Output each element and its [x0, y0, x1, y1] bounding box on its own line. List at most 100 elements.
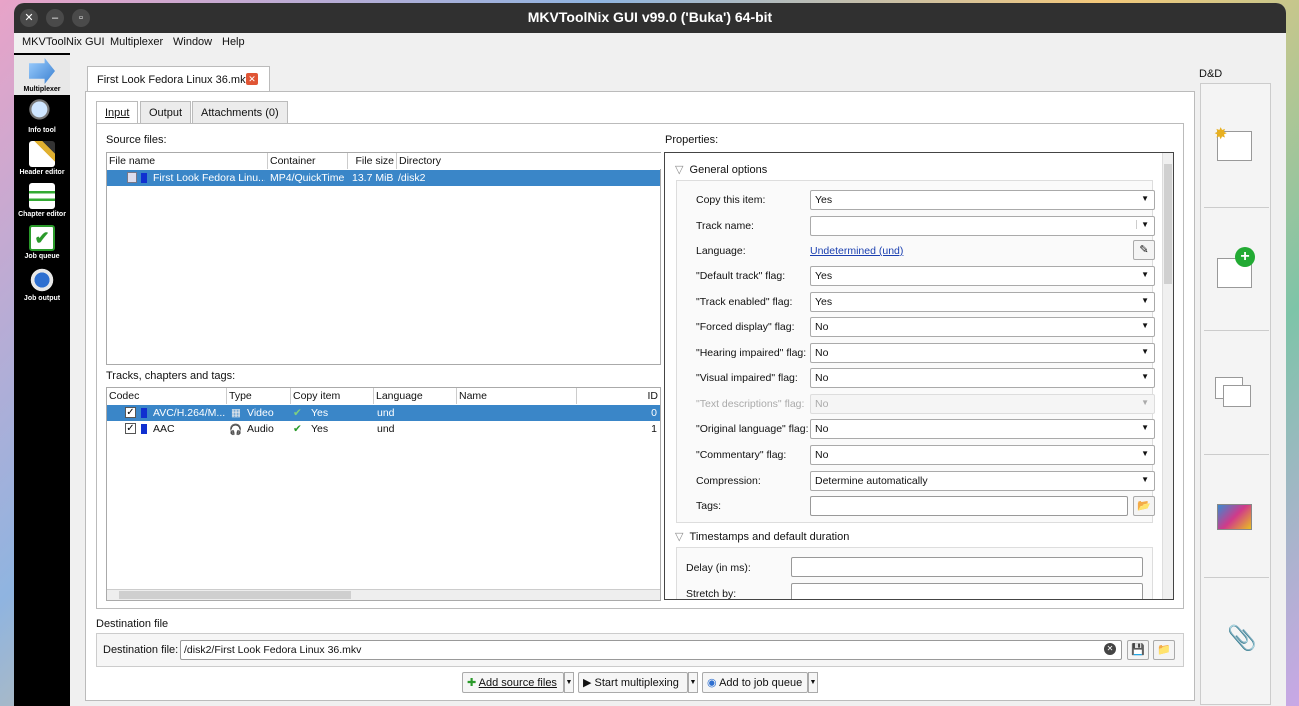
commentary-select[interactable]: No ▼	[810, 445, 1155, 465]
column-header[interactable]: Container	[268, 153, 348, 169]
browse-destination-button[interactable]: 💾	[1127, 640, 1149, 660]
tab-output[interactable]: Output	[140, 101, 192, 124]
paperclip-icon[interactable]: 📎	[1227, 624, 1257, 653]
column-header[interactable]: Codec	[107, 388, 227, 404]
track-name-input[interactable]: ▼	[810, 216, 1155, 236]
column-header[interactable]: Type	[227, 388, 291, 404]
general-options-header[interactable]: ▽ General options	[675, 163, 767, 176]
field-label: "Original language" flag:	[696, 423, 809, 435]
field-label: "Default track" flag:	[696, 270, 786, 282]
column-header[interactable]: File size	[348, 153, 397, 169]
document-tab-label: First Look Fedora Linux 36.mkv	[97, 74, 252, 86]
copy-item-select[interactable]: Yes ▼	[810, 190, 1155, 210]
sidebar-item-chapter-editor[interactable]: Chapter editor	[14, 183, 70, 218]
clear-icon[interactable]: ✕	[1104, 643, 1116, 655]
track-checkbox[interactable]: ✓	[125, 423, 136, 434]
column-header[interactable]: File name	[107, 153, 268, 169]
tab-document[interactable]: First Look Fedora Linux 36.mkv ✕	[87, 66, 270, 92]
folder-icon: 📂	[1137, 500, 1151, 512]
tracks-list[interactable]: Codec Type Copy item Language Name ID ✓ …	[106, 387, 661, 601]
new-file-icon[interactable]: ✸	[1214, 126, 1252, 161]
menu-bar: MKVToolNix GUI Multiplexer Window Help	[14, 33, 1286, 53]
properties-label: Properties:	[665, 134, 719, 146]
sidebar-item-header-editor[interactable]: Header editor	[14, 141, 70, 176]
add-source-files-button[interactable]: ✚ Add source files	[462, 672, 564, 693]
source-files-label: Source files:	[106, 134, 167, 146]
attachment-image-icon[interactable]	[1217, 504, 1252, 530]
collapse-triangle-icon: ▽	[675, 164, 684, 176]
copy-item-cell: Yes	[311, 423, 329, 435]
close-tab-icon[interactable]: ✕	[246, 73, 258, 85]
source-files-list[interactable]: File name Container File size Directory …	[106, 152, 661, 365]
scrollbar-thumb[interactable]	[119, 591, 351, 599]
language-link[interactable]: Undetermined (und)	[810, 245, 903, 257]
track-enabled-select[interactable]: Yes ▼	[810, 292, 1155, 312]
original-language-select[interactable]: No ▼	[810, 419, 1155, 439]
sidebar-item-job-output[interactable]: Job output	[14, 267, 70, 302]
id-cell: 0	[651, 407, 657, 419]
tab-input[interactable]: Input	[96, 101, 139, 125]
default-track-select[interactable]: Yes ▼	[810, 266, 1155, 286]
open-folder-button[interactable]: 📁	[1153, 640, 1175, 660]
chevron-down-icon: ▼	[809, 679, 817, 686]
color-marker-icon	[141, 424, 147, 434]
add-source-dropdown-button[interactable]: ▼	[564, 672, 574, 693]
table-row[interactable]: First Look Fedora Linu... MP4/QuickTime …	[107, 170, 660, 186]
button-label: Add source files	[478, 677, 557, 689]
divider	[1204, 454, 1269, 455]
column-header[interactable]: Language	[374, 388, 457, 404]
track-checkbox[interactable]: ✓	[125, 407, 136, 418]
sidebar-label: Job queue	[24, 253, 60, 260]
horizontal-scrollbar[interactable]	[107, 589, 660, 600]
film-icon: ▦	[231, 407, 241, 419]
chevron-down-icon: ▼	[1136, 220, 1149, 229]
select-value: No	[815, 398, 829, 410]
destination-file-label: Destination file:	[103, 644, 179, 656]
color-marker-icon	[141, 408, 147, 418]
visual-impaired-select[interactable]: No ▼	[810, 368, 1155, 388]
sidebar-item-job-queue[interactable]: ✔ Job queue	[14, 225, 70, 260]
sidebar-label: Info tool	[28, 127, 56, 134]
table-row[interactable]: ✓ AVC/H.264/M... ▦ Video ✔ Yes und 0	[107, 405, 660, 421]
column-header[interactable]: Copy item	[291, 388, 374, 404]
star-icon: ✸	[1214, 126, 1228, 143]
divider	[1204, 207, 1269, 208]
properties-panel: ▽ General options Copy this item: Yes ▼ T…	[664, 152, 1174, 600]
edit-language-button[interactable]: ✎	[1133, 240, 1155, 260]
add-file-icon[interactable]: +	[1217, 247, 1255, 288]
column-header[interactable]: ID	[577, 388, 660, 404]
queue-dropdown-button[interactable]: ▼	[808, 672, 818, 693]
pencil-icon: ✎	[1139, 244, 1149, 256]
menu-mkvtoolnix[interactable]: MKVToolNix GUI	[22, 36, 105, 48]
menu-window[interactable]: Window	[173, 36, 212, 48]
hearing-impaired-select[interactable]: No ▼	[810, 343, 1155, 363]
stretch-input[interactable]	[791, 583, 1143, 599]
type-cell: Video	[247, 407, 274, 419]
scrollbar-thumb[interactable]	[1164, 164, 1172, 284]
menu-multiplexer[interactable]: Multiplexer	[110, 36, 163, 48]
delay-input[interactable]	[791, 557, 1143, 577]
start-dropdown-button[interactable]: ▼	[688, 672, 698, 693]
gear-icon	[29, 267, 55, 293]
add-to-job-queue-button[interactable]: ◉ Add to job queue	[702, 672, 808, 693]
chevron-down-icon: ▼	[1141, 372, 1149, 381]
menu-help[interactable]: Help	[222, 36, 245, 48]
tags-input[interactable]	[810, 496, 1128, 516]
sidebar-item-multiplexer[interactable]: Multiplexer	[14, 55, 70, 95]
destination-file-input[interactable]: /disk2/First Look Fedora Linux 36.mkv ✕	[180, 640, 1122, 660]
column-header[interactable]: Name	[457, 388, 577, 404]
browse-tags-button[interactable]: 📂	[1133, 496, 1155, 516]
compression-select[interactable]: Determine automatically ▼	[810, 471, 1155, 491]
sidebar-item-info-tool[interactable]: Info tool	[14, 99, 70, 134]
timestamps-header[interactable]: ▽ Timestamps and default duration	[675, 530, 849, 543]
start-multiplexing-button[interactable]: ▶ Start multiplexing	[578, 672, 688, 693]
field-label: Copy this item:	[696, 194, 766, 206]
vertical-scrollbar[interactable]	[1162, 153, 1173, 599]
forced-display-select[interactable]: No ▼	[810, 317, 1155, 337]
table-row[interactable]: ✓ AAC 🎧 Audio ✔ Yes und 1	[107, 421, 660, 437]
checkmark-icon: ✔	[293, 407, 302, 419]
column-header[interactable]: Directory	[397, 153, 661, 169]
field-label: "Forced display" flag:	[696, 321, 795, 333]
save-icon: 💾	[1131, 644, 1145, 656]
tab-attachments[interactable]: Attachments (0)	[192, 101, 288, 124]
